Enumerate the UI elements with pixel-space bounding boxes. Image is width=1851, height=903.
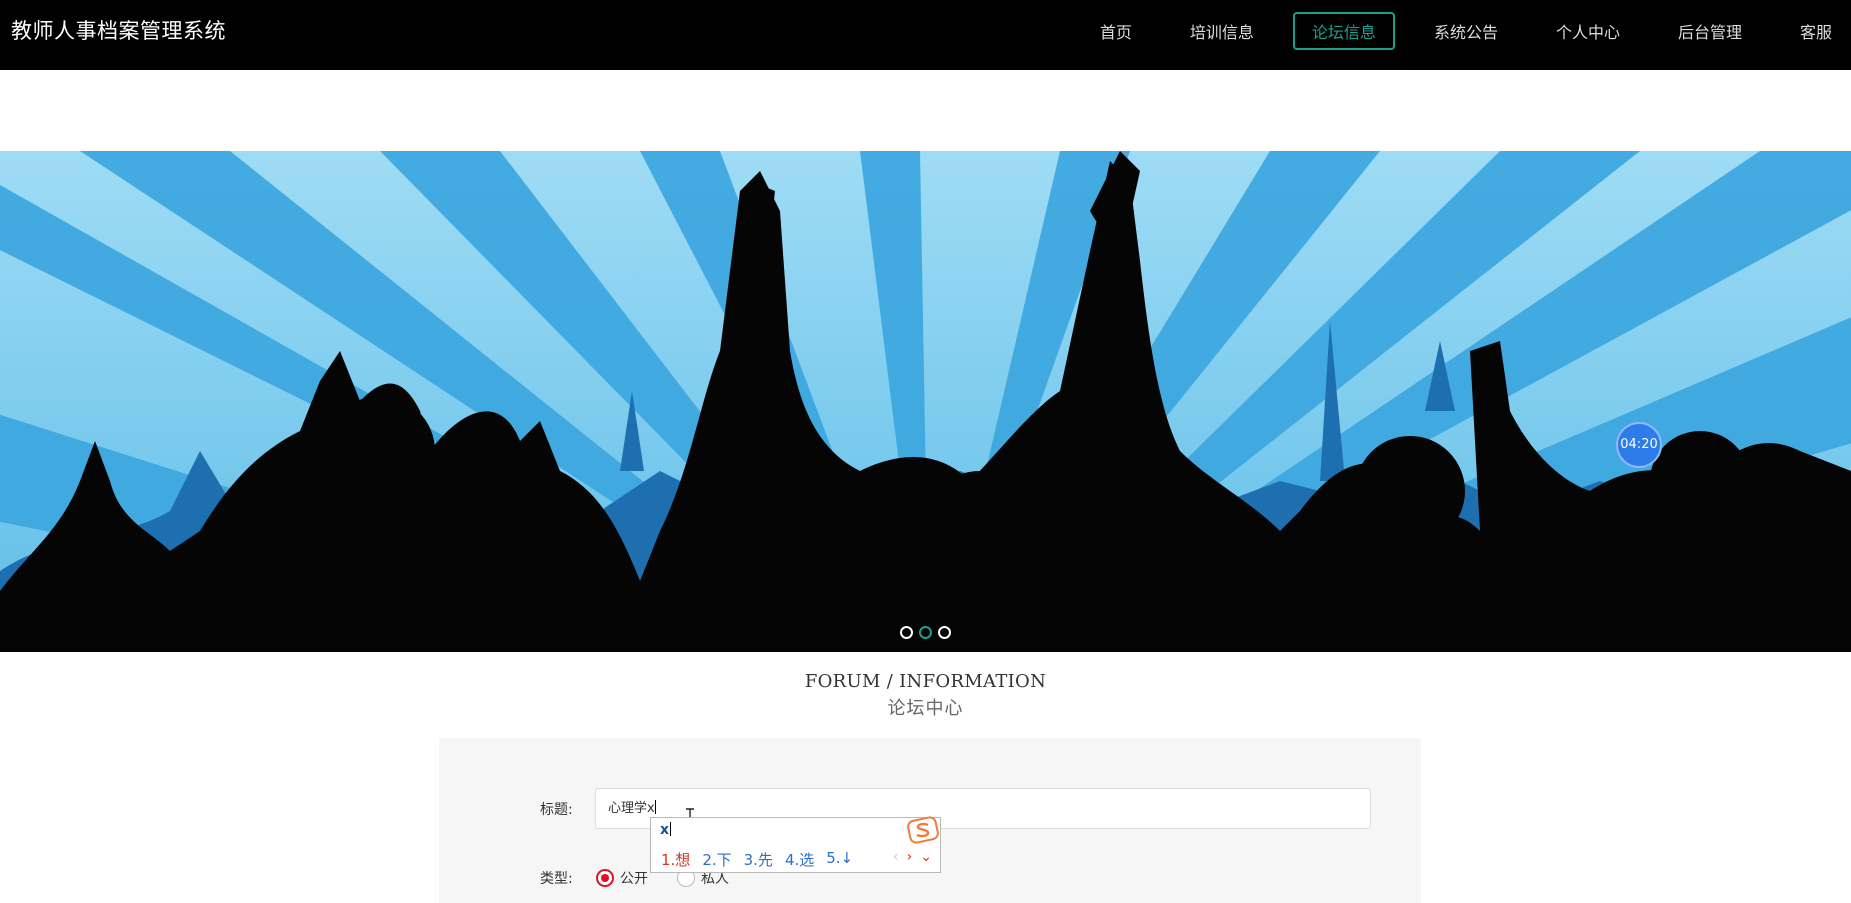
main-nav: 首页 培训信息 论坛信息 系统公告 个人中心 后台管理 客服 bbox=[1061, 11, 1851, 51]
carousel-dot-3[interactable] bbox=[938, 626, 951, 639]
ime-caret bbox=[670, 822, 672, 836]
ime-candidate-3[interactable]: 3.先 bbox=[744, 849, 773, 870]
title-input-value: 心理学x bbox=[608, 801, 655, 816]
section-title-en: FORUM / INFORMATION bbox=[804, 671, 1047, 692]
ime-candidate-list: 1.想 2.下 3.先 4.选 5.↓ bbox=[661, 849, 853, 870]
text-caret bbox=[654, 800, 656, 814]
carousel-dot-1[interactable] bbox=[900, 626, 913, 639]
section-title-cn: 论坛中心 bbox=[887, 698, 964, 719]
nav-item-support[interactable]: 客服 bbox=[1781, 12, 1851, 50]
chevron-left-icon[interactable]: ‹ bbox=[893, 849, 899, 865]
ime-candidate-5[interactable]: 5.↓ bbox=[826, 849, 853, 870]
top-nav-bar: 教师人事档案管理系统 首页 培训信息 论坛信息 系统公告 个人中心 后台管理 客… bbox=[0, 0, 1851, 70]
ime-composition: x bbox=[660, 822, 672, 838]
carousel-dot-2[interactable] bbox=[919, 626, 932, 639]
nav-item-training[interactable]: 培训信息 bbox=[1171, 12, 1273, 50]
ime-paging: ‹ › ⌄ bbox=[893, 849, 932, 865]
chevron-down-icon[interactable]: ⌄ bbox=[920, 849, 932, 865]
ime-candidate-2[interactable]: 2.下 bbox=[702, 849, 731, 870]
chevron-right-icon[interactable]: › bbox=[907, 849, 913, 865]
sogou-logo-icon bbox=[907, 816, 939, 844]
nav-item-admin[interactable]: 后台管理 bbox=[1659, 12, 1761, 50]
type-option-public[interactable]: 公开 bbox=[596, 868, 648, 888]
ime-candidate-1[interactable]: 1.想 bbox=[661, 849, 690, 870]
countdown-timer-badge: 04:20 bbox=[1616, 422, 1662, 468]
nav-item-forum[interactable]: 论坛信息 bbox=[1292, 12, 1395, 50]
title-label: 标题: bbox=[540, 802, 573, 818]
ime-candidate-4[interactable]: 4.选 bbox=[785, 849, 814, 870]
carousel-indicators bbox=[0, 626, 1851, 639]
banner-image bbox=[0, 151, 1851, 652]
nav-item-announcements[interactable]: 系统公告 bbox=[1415, 12, 1517, 50]
type-label: 类型: bbox=[540, 871, 573, 887]
site-title[interactable]: 教师人事档案管理系统 bbox=[11, 16, 226, 46]
radio-checked-icon bbox=[596, 869, 614, 887]
ime-candidate-popup: x 1.想 2.下 3.先 4.选 5.↓ ‹ › ⌄ bbox=[650, 817, 941, 873]
type-option-public-label: 公开 bbox=[620, 871, 648, 887]
banner-carousel[interactable]: 04:20 bbox=[0, 151, 1851, 652]
nav-item-home[interactable]: 首页 bbox=[1081, 12, 1151, 50]
ime-composition-text: x bbox=[660, 822, 670, 838]
nav-item-profile[interactable]: 个人中心 bbox=[1537, 12, 1639, 50]
